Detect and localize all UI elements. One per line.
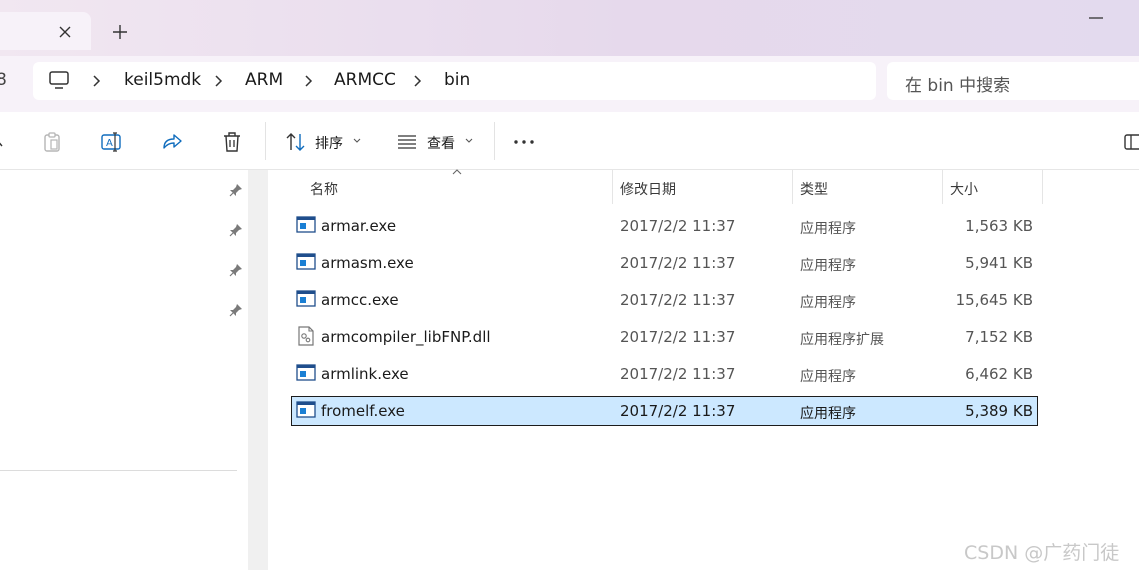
file-row[interactable]: armar.exe 2017/2/2 11:37 应用程序 1,563 KB [291,211,1038,241]
file-type: 应用程序 [800,258,856,274]
nav-divider [0,470,237,471]
file-row-selected[interactable]: fromelf.exe 2017/2/2 11:37 应用程序 5,389 KB [291,396,1038,426]
close-icon[interactable] [54,21,76,43]
column-header-date[interactable]: 修改日期 [620,170,676,204]
navigation-pane [0,170,248,570]
chevron-right-icon[interactable] [90,72,104,90]
rename-icon[interactable]: A [100,130,124,154]
exe-icon [296,364,316,381]
column-header-size[interactable]: 大小 [950,170,978,204]
file-date: 2017/2/2 11:37 [620,254,736,272]
chevron-down-icon[interactable] [352,137,362,145]
column-separator[interactable] [792,170,793,204]
breadcrumb-keil5mdk[interactable]: keil5mdk [124,70,201,90]
file-type: 应用程序 [800,221,856,237]
pin-icon[interactable] [228,262,244,278]
file-date: 2017/2/2 11:37 [620,402,736,420]
view-button[interactable]: 查看 [427,133,455,153]
file-type: 应用程序 [800,369,856,385]
file-name: armlink.exe [321,365,409,383]
view-icon[interactable] [396,130,420,154]
sort-ascending-icon [452,169,462,175]
file-date: 2017/2/2 11:37 [620,328,736,346]
file-size: 6,462 KB [965,365,1033,383]
chevron-down-icon[interactable] [464,137,474,145]
paste-icon [44,132,60,152]
exe-icon [296,216,316,233]
file-name: armar.exe [321,217,397,235]
tab-bin[interactable] [0,12,91,50]
exe-icon [296,401,316,418]
file-size: 7,152 KB [965,328,1033,346]
file-date: 2017/2/2 11:37 [620,217,736,235]
plus-icon[interactable] [109,21,131,43]
file-size: 5,389 KB [965,402,1033,420]
column-separator[interactable] [1042,170,1043,204]
search-placeholder: 在 bin 中搜索 [905,76,1011,96]
breadcrumb-armcc[interactable]: ARMCC [334,70,396,90]
refresh-icon[interactable]: 8 [0,70,7,90]
minimize-icon[interactable] [1086,10,1106,26]
computer-icon[interactable] [48,70,70,90]
pane-splitter[interactable] [248,170,268,570]
file-size: 1,563 KB [965,217,1033,235]
more-icon[interactable] [512,130,536,154]
breadcrumb-arm[interactable]: ARM [245,70,283,90]
sort-icon[interactable] [284,130,308,154]
details-pane-icon[interactable] [1123,130,1139,154]
column-separator[interactable] [612,170,613,204]
toolbar-separator [494,122,495,160]
file-name: armcompiler_libFNP.dll [321,328,491,346]
column-separator[interactable] [942,170,943,204]
file-name: armasm.exe [321,254,414,272]
search-input[interactable]: 在 bin 中搜索 [887,62,1139,100]
sort-button[interactable]: 排序 [315,133,343,153]
svg-text:A: A [106,138,113,149]
chevron-right-icon[interactable] [212,72,226,90]
watermark-text: CSDN @广药门徒 [964,542,1120,564]
file-date: 2017/2/2 11:37 [620,365,736,383]
share-icon[interactable] [160,130,184,154]
file-name: fromelf.exe [321,402,405,420]
file-date: 2017/2/2 11:37 [620,291,736,309]
file-row[interactable]: armasm.exe 2017/2/2 11:37 应用程序 5,941 KB [291,248,1038,278]
delete-icon[interactable] [220,130,244,154]
title-bar [0,0,1139,56]
file-row[interactable]: armlink.exe 2017/2/2 11:37 应用程序 6,462 KB [291,359,1038,389]
file-size: 5,941 KB [965,254,1033,272]
pin-icon[interactable] [228,302,244,318]
pin-icon[interactable] [228,222,244,238]
file-type: 应用程序 [800,295,856,311]
file-type: 应用程序 [800,406,856,422]
exe-icon [296,290,316,307]
pin-icon[interactable] [228,182,244,198]
toolbar-separator [265,122,266,160]
file-type: 应用程序扩展 [800,332,884,348]
file-size: 15,645 KB [955,291,1033,309]
cut-icon[interactable] [0,130,12,154]
column-header-name[interactable]: 名称 [310,170,338,204]
chevron-right-icon[interactable] [411,72,425,90]
column-header-type[interactable]: 类型 [800,170,828,204]
exe-icon [296,253,316,270]
breadcrumb-bin[interactable]: bin [444,70,470,90]
file-row[interactable]: armcc.exe 2017/2/2 11:37 应用程序 15,645 KB [291,285,1038,315]
dll-icon [298,326,314,346]
chevron-right-icon[interactable] [302,72,316,90]
file-name: armcc.exe [321,291,399,309]
file-row[interactable]: armcompiler_libFNP.dll 2017/2/2 11:37 应用… [291,322,1038,352]
